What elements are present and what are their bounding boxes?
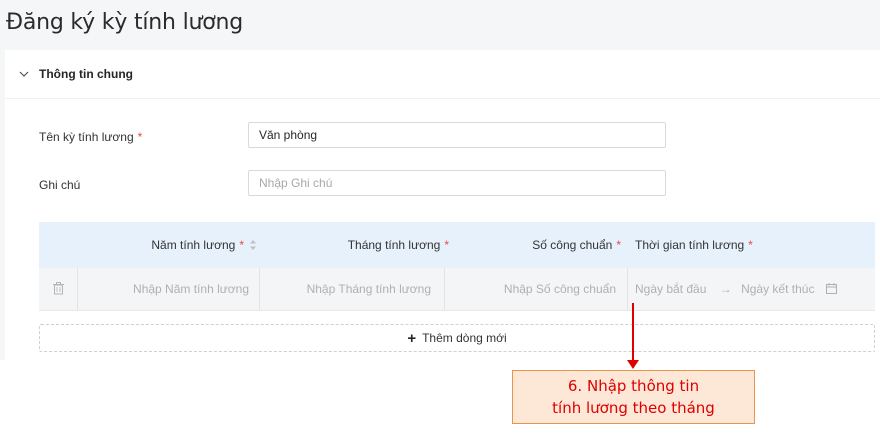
annotation-arrow-line bbox=[632, 303, 634, 363]
month-input[interactable]: Nhập Tháng tính lương bbox=[261, 274, 431, 304]
page-title: Đăng ký kỳ tính lương bbox=[6, 10, 243, 35]
header-month-text: Tháng tính lương bbox=[347, 238, 441, 252]
range-separator-icon: → bbox=[719, 282, 732, 296]
date-range-picker[interactable]: Ngày bắt đầu → Ngày kết thúc bbox=[635, 274, 875, 304]
header-month: Tháng tính lương * bbox=[267, 222, 449, 268]
table-header: Năm tính lương * Tháng tính lương * Số côn… bbox=[39, 222, 875, 268]
payroll-table: Năm tính lương * Tháng tính lương * Số côn… bbox=[39, 222, 875, 311]
column-divider bbox=[444, 268, 445, 310]
plus-icon: + bbox=[407, 330, 417, 347]
general-info-card: Thông tin chung Tên kỳ tính lương * Văn p… bbox=[5, 50, 880, 360]
sort-icon[interactable] bbox=[249, 239, 257, 251]
add-row-label: Thêm dòng mới bbox=[422, 331, 507, 345]
header-year-text: Năm tính lương bbox=[151, 238, 236, 252]
header-days: Số công chuẩn * bbox=[449, 222, 621, 268]
chevron-down-icon[interactable] bbox=[17, 67, 31, 81]
required-mark: * bbox=[137, 130, 143, 144]
column-divider bbox=[77, 268, 78, 310]
required-mark: * bbox=[748, 238, 753, 252]
header-period: Thời gian tính lương * bbox=[635, 222, 875, 268]
year-input[interactable]: Nhập Năm tính lương bbox=[79, 274, 249, 304]
annotation-callout: 6. Nhập thông tin tính lương theo tháng bbox=[512, 370, 755, 424]
note-label: Ghi chú bbox=[39, 178, 81, 192]
payroll-name-input[interactable]: Văn phòng bbox=[248, 122, 666, 148]
header-period-text: Thời gian tính lương bbox=[635, 238, 745, 252]
section-header[interactable]: Thông tin chung bbox=[5, 50, 880, 99]
annotation-arrow-head bbox=[627, 360, 639, 369]
start-date-input[interactable]: Ngày bắt đầu bbox=[635, 282, 706, 296]
name-label: Tên kỳ tính lương * bbox=[39, 130, 142, 144]
required-mark: * bbox=[239, 238, 244, 252]
column-divider bbox=[259, 268, 260, 310]
column-divider bbox=[627, 268, 628, 310]
section-title: Thông tin chung bbox=[39, 67, 133, 81]
callout-line-1: 6. Nhập thông tin bbox=[567, 377, 700, 395]
add-row-button[interactable]: + Thêm dòng mới bbox=[39, 324, 875, 352]
name-label-text: Tên kỳ tính lương bbox=[39, 130, 134, 144]
table-row: Nhập Năm tính lương Nhập Tháng tính lươn… bbox=[39, 268, 875, 311]
note-input[interactable]: Nhập Ghi chú bbox=[248, 170, 666, 196]
header-year[interactable]: Năm tính lương * bbox=[77, 222, 257, 268]
calendar-icon[interactable] bbox=[825, 283, 837, 294]
header-days-text: Số công chuẩn bbox=[532, 238, 613, 252]
end-date-input[interactable]: Ngày kết thúc bbox=[741, 282, 814, 296]
standard-days-input[interactable]: Nhập Số công chuẩn bbox=[446, 274, 616, 304]
callout-line-2: tính lương theo tháng bbox=[552, 399, 715, 417]
trash-icon[interactable] bbox=[53, 282, 64, 295]
required-mark: * bbox=[616, 238, 621, 252]
